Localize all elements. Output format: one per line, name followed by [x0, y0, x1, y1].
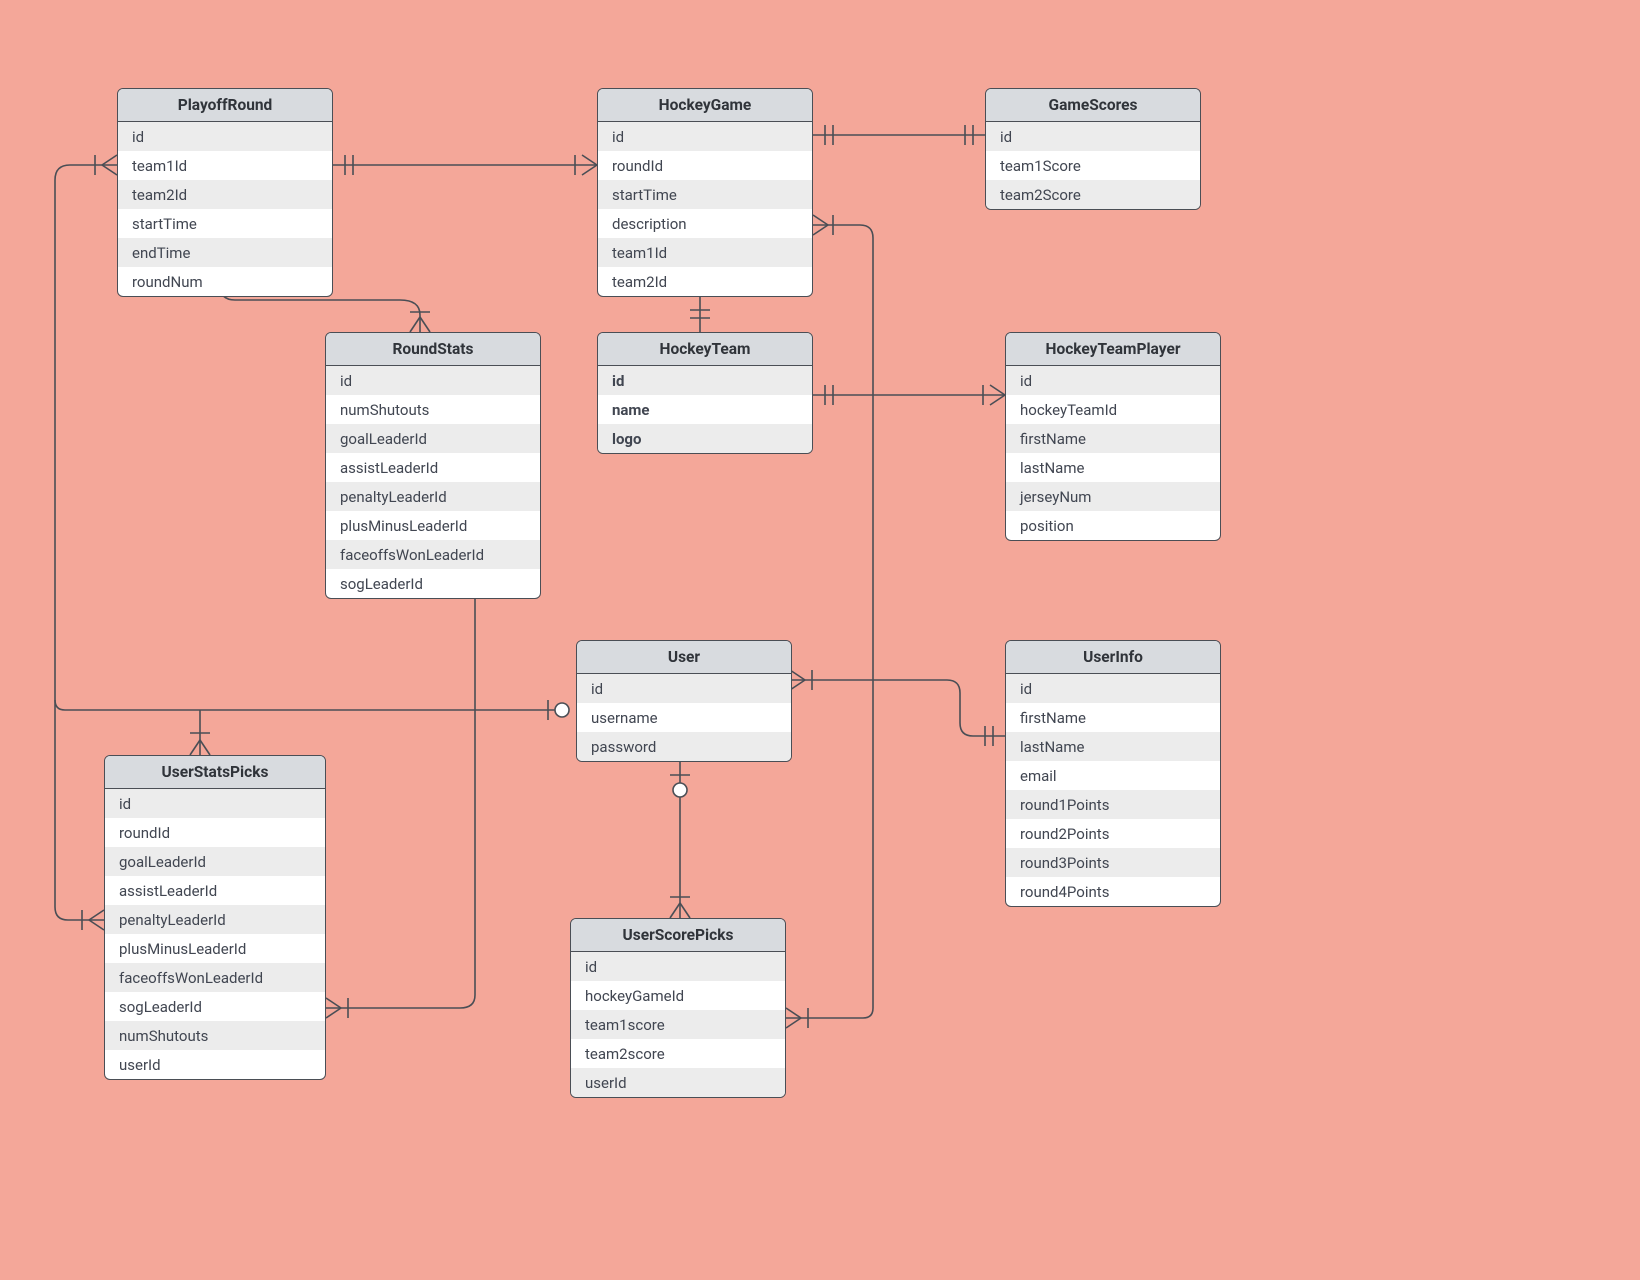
entity-user-info: UserInfo id firstName lastName email rou… — [1005, 640, 1221, 907]
entity-header: User — [577, 641, 791, 674]
entity-header: UserInfo — [1006, 641, 1220, 674]
entity-field: team1Id — [118, 151, 332, 180]
entity-field: firstName — [1006, 703, 1220, 732]
entity-field: id — [571, 952, 785, 981]
entity-field: lastName — [1006, 453, 1220, 482]
entity-field: penaltyLeaderId — [326, 482, 540, 511]
entity-field: roundId — [598, 151, 812, 180]
entity-field: team1score — [571, 1010, 785, 1039]
entity-field: hockeyTeamId — [1006, 395, 1220, 424]
entity-field: team1Id — [598, 238, 812, 267]
entity-field: assistLeaderId — [326, 453, 540, 482]
entity-field: id — [118, 122, 332, 151]
entity-field: id — [326, 366, 540, 395]
entity-field: round4Points — [1006, 877, 1220, 906]
entity-hockey-team: HockeyTeam id name logo — [597, 332, 813, 454]
entity-field: round1Points — [1006, 790, 1220, 819]
entity-header: UserScorePicks — [571, 919, 785, 952]
entity-field: id — [1006, 674, 1220, 703]
entity-hockey-team-player: HockeyTeamPlayer id hockeyTeamId firstNa… — [1005, 332, 1221, 541]
entity-field: id — [986, 122, 1200, 151]
entity-field: round2Points — [1006, 819, 1220, 848]
entity-user: User id username password — [576, 640, 792, 762]
entity-field: plusMinusLeaderId — [105, 934, 325, 963]
entity-field: position — [1006, 511, 1220, 540]
entity-field: username — [577, 703, 791, 732]
entity-field: startTime — [598, 180, 812, 209]
entity-header: HockeyTeamPlayer — [1006, 333, 1220, 366]
entity-field: password — [577, 732, 791, 761]
entity-field: goalLeaderId — [105, 847, 325, 876]
entity-field: roundId — [105, 818, 325, 847]
entity-user-score-picks: UserScorePicks id hockeyGameId team1scor… — [570, 918, 786, 1098]
entity-playoff-round: PlayoffRound id team1Id team2Id startTim… — [117, 88, 333, 297]
entity-user-stats-picks: UserStatsPicks id roundId goalLeaderId a… — [104, 755, 326, 1080]
entity-field: penaltyLeaderId — [105, 905, 325, 934]
entity-field: team2Id — [598, 267, 812, 296]
entity-field: id — [577, 674, 791, 703]
entity-field: userId — [105, 1050, 325, 1079]
entity-field: email — [1006, 761, 1220, 790]
entity-field: name — [598, 395, 812, 424]
entity-field: plusMinusLeaderId — [326, 511, 540, 540]
entity-field: team1Score — [986, 151, 1200, 180]
entity-field: firstName — [1006, 424, 1220, 453]
entity-field: numShutouts — [105, 1021, 325, 1050]
entity-header: UserStatsPicks — [105, 756, 325, 789]
entity-field: faceoffsWonLeaderId — [105, 963, 325, 992]
entity-header: GameScores — [986, 89, 1200, 122]
entity-field: userId — [571, 1068, 785, 1097]
entity-header: HockeyTeam — [598, 333, 812, 366]
entity-field: lastName — [1006, 732, 1220, 761]
entity-header: RoundStats — [326, 333, 540, 366]
entity-field: hockeyGameId — [571, 981, 785, 1010]
entity-field: id — [105, 789, 325, 818]
entity-round-stats: RoundStats id numShutouts goalLeaderId a… — [325, 332, 541, 599]
entity-header: HockeyGame — [598, 89, 812, 122]
entity-field: id — [1006, 366, 1220, 395]
entity-field: faceoffsWonLeaderId — [326, 540, 540, 569]
entity-field: goalLeaderId — [326, 424, 540, 453]
entity-field: team2score — [571, 1039, 785, 1068]
entity-header: PlayoffRound — [118, 89, 332, 122]
entity-field: sogLeaderId — [326, 569, 540, 598]
entity-field: endTime — [118, 238, 332, 267]
entity-game-scores: GameScores id team1Score team2Score — [985, 88, 1201, 210]
entity-field: sogLeaderId — [105, 992, 325, 1021]
entity-field: logo — [598, 424, 812, 453]
entity-field: team2Score — [986, 180, 1200, 209]
entity-field: round3Points — [1006, 848, 1220, 877]
entity-field: description — [598, 209, 812, 238]
entity-field: id — [598, 122, 812, 151]
entity-field: jerseyNum — [1006, 482, 1220, 511]
entity-hockey-game: HockeyGame id roundId startTime descript… — [597, 88, 813, 297]
entity-field: startTime — [118, 209, 332, 238]
entity-field: team2Id — [118, 180, 332, 209]
entity-field: id — [598, 366, 812, 395]
entity-field: roundNum — [118, 267, 332, 296]
entity-field: assistLeaderId — [105, 876, 325, 905]
entity-field: numShutouts — [326, 395, 540, 424]
